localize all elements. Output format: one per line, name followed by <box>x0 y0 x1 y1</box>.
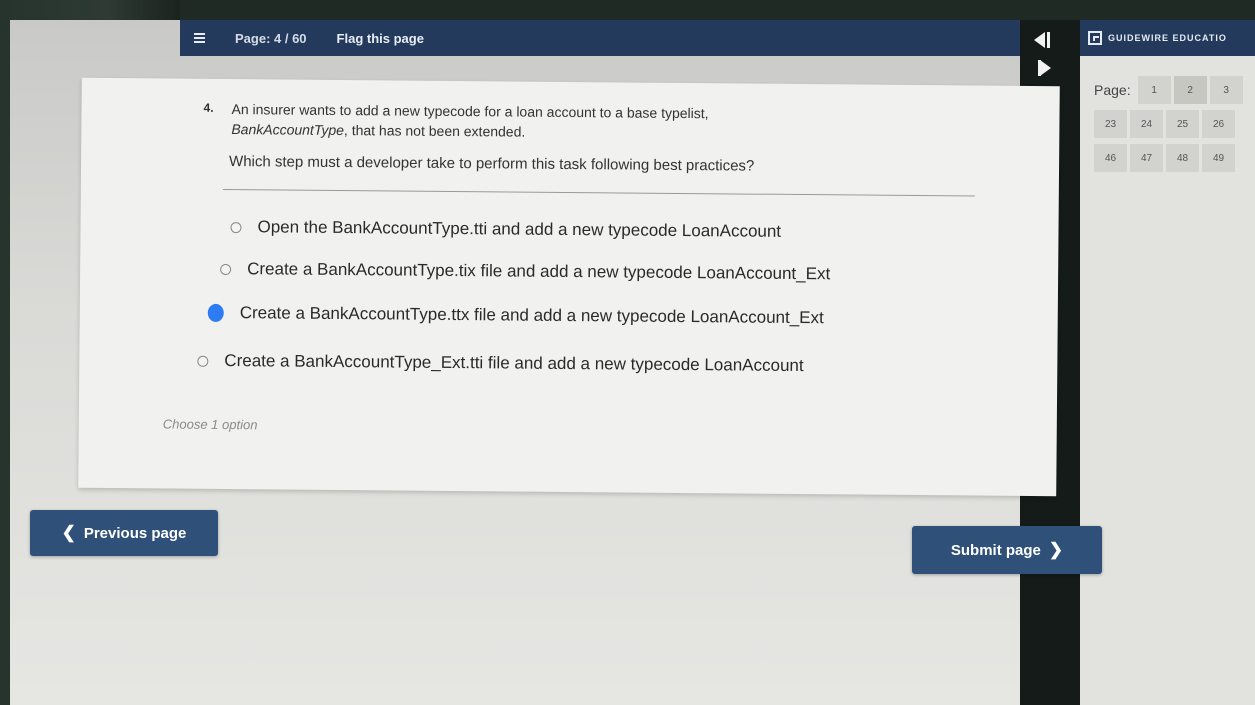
collapse-bar <box>1047 32 1050 48</box>
page-cell[interactable]: 48 <box>1166 144 1199 172</box>
page-grid: Page: 1 2 3 23 24 25 26 46 47 48 49 <box>1094 76 1255 178</box>
previous-page-label: Previous page <box>83 524 187 542</box>
radio-button-selected[interactable] <box>207 303 224 322</box>
question-text: An insurer wants to add a new typecode f… <box>231 99 951 145</box>
expand-panel-icon[interactable] <box>1040 60 1051 76</box>
question-number: 4. <box>203 100 214 115</box>
option-label: Open the BankAccountType.tti and add a n… <box>257 217 782 241</box>
question-text-line1: An insurer wants to add a new typecode f… <box>231 101 709 122</box>
option-label: Create a BankAccountType.ttx file and ad… <box>239 303 824 328</box>
top-bar: Page: 4 / 60 Flag this page <box>180 20 1020 56</box>
chevron-left-icon: ❮ <box>61 523 76 542</box>
page-cell[interactable]: 47 <box>1130 144 1163 172</box>
brand-name: GUIDEWIRE EDUCATIO <box>1108 33 1227 43</box>
page-cell[interactable]: 1 <box>1137 76 1171 104</box>
question-prompt: Which step must a developer take to perf… <box>229 153 755 175</box>
page-navigator-panel: GUIDEWIRE EDUCATIO Page: 1 2 3 23 24 25 … <box>1080 20 1255 705</box>
page-cell[interactable]: 26 <box>1202 110 1235 138</box>
brand-bar: GUIDEWIRE EDUCATIO <box>1080 20 1255 56</box>
question-text-line2: , that has not been extended. <box>343 122 526 140</box>
chevron-right-icon: ❯ <box>1048 540 1064 559</box>
page-cell[interactable]: 25 <box>1166 110 1199 138</box>
page-cell[interactable]: 46 <box>1094 144 1127 172</box>
choose-hint: Choose 1 option <box>162 416 258 433</box>
answer-option-1[interactable]: Open the BankAccountType.tti and add a n… <box>230 217 781 242</box>
page-cell[interactable]: 24 <box>1130 110 1163 138</box>
previous-page-button[interactable]: ❮ Previous page <box>30 510 218 556</box>
page-cell[interactable]: 2 <box>1173 76 1207 104</box>
flag-page-link[interactable]: Flag this page <box>337 31 424 46</box>
radio-button[interactable] <box>220 263 232 275</box>
submit-page-label: Submit page <box>950 541 1041 559</box>
page-grid-label: Page: <box>1094 82 1131 98</box>
collapse-panel-icon[interactable] <box>1034 32 1045 48</box>
page-cell[interactable]: 3 <box>1209 76 1243 104</box>
answer-option-2[interactable]: Create a BankAccountType.tix file and ad… <box>220 259 830 284</box>
option-label: Create a BankAccountType_Ext.tti file an… <box>224 350 804 376</box>
question-divider <box>222 188 975 197</box>
page-indicator: Page: 4 / 60 <box>235 30 307 46</box>
typelist-name: BankAccountType <box>231 121 345 139</box>
guidewire-logo-icon <box>1088 31 1102 45</box>
page-cell[interactable]: 23 <box>1094 110 1127 138</box>
answer-option-3[interactable]: Create a BankAccountType.ttx file and ad… <box>207 303 824 328</box>
page-row: Page: 1 2 3 <box>1094 76 1255 104</box>
menu-icon[interactable] <box>194 33 205 43</box>
page-row: 23 24 25 26 <box>1094 110 1255 138</box>
page-row: 46 47 48 49 <box>1094 144 1255 172</box>
question-card: 4. An insurer wants to add a new typecod… <box>78 77 1060 497</box>
radio-button[interactable] <box>230 221 242 233</box>
answer-option-4[interactable]: Create a BankAccountType_Ext.tti file an… <box>197 350 804 376</box>
page-cell[interactable]: 49 <box>1202 144 1235 172</box>
submit-page-button[interactable]: Submit page ❯ <box>912 526 1102 574</box>
option-label: Create a BankAccountType.tix file and ad… <box>247 259 831 284</box>
radio-button[interactable] <box>197 355 209 367</box>
